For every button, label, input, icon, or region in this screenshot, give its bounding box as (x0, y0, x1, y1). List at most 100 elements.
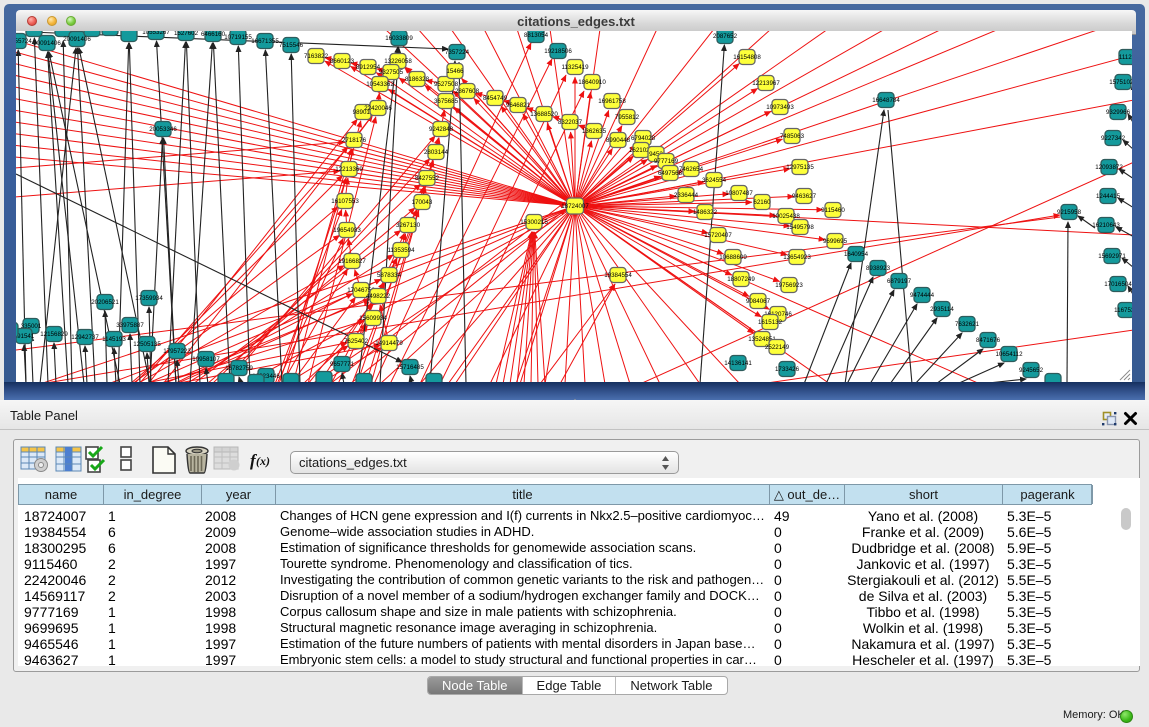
svg-text:9329966: 9329966 (1106, 109, 1131, 116)
svg-text:7515546: 7515546 (279, 42, 304, 49)
svg-text:14914479: 14914479 (375, 340, 403, 347)
svg-text:9245652: 9245652 (1019, 367, 1044, 374)
svg-text:3624554: 3624554 (702, 177, 727, 184)
svg-text:18807249: 18807249 (727, 276, 755, 283)
svg-text:10688609: 10688609 (719, 254, 747, 261)
svg-text:9657771: 9657771 (330, 361, 355, 368)
svg-text:9777169: 9777169 (654, 158, 679, 165)
svg-text:8938923: 8938923 (866, 265, 891, 272)
svg-text:12505135: 12505135 (133, 341, 161, 348)
svg-text:20091406: 20091406 (33, 40, 61, 47)
svg-text:15692971: 15692971 (1098, 253, 1126, 260)
svg-text:12156829: 12156829 (40, 331, 68, 338)
svg-text:10543362: 10543362 (366, 81, 394, 88)
svg-text:19654933: 19654933 (333, 227, 361, 234)
svg-text:15300215: 15300215 (520, 219, 548, 226)
svg-text:20206521: 20206521 (91, 299, 119, 306)
svg-text:1145193: 1145193 (102, 336, 126, 343)
svg-text:20053346: 20053346 (149, 126, 177, 133)
svg-text:9115460: 9115460 (821, 207, 845, 214)
svg-text:62160: 62160 (753, 199, 771, 206)
svg-text:10553267: 10553267 (142, 31, 170, 36)
svg-text:9227342: 9227342 (1101, 135, 1126, 142)
svg-text:1167534: 1167534 (1114, 307, 1132, 314)
svg-text:5878334: 5878334 (377, 272, 402, 279)
svg-text:9084067: 9084067 (746, 298, 771, 305)
svg-text:9474444: 9474444 (910, 292, 935, 299)
svg-text:19756923: 19756923 (775, 282, 803, 289)
svg-text:13654923: 13654923 (783, 254, 811, 261)
svg-text:16107553: 16107553 (331, 198, 359, 205)
svg-text:7357224: 7357224 (445, 49, 470, 56)
svg-text:16961758: 16961758 (598, 98, 626, 105)
svg-text:1527602: 1527602 (174, 31, 199, 37)
svg-text:9527508: 9527508 (434, 81, 459, 88)
svg-text:6879197: 6879197 (887, 278, 912, 285)
svg-text:8471676: 8471676 (976, 337, 1001, 344)
svg-text:1486322: 1486322 (693, 209, 718, 216)
svg-text:16210643: 16210643 (1092, 222, 1120, 229)
svg-text:9463627: 9463627 (792, 193, 817, 200)
svg-text:14055724: 14055724 (16, 38, 32, 45)
svg-text:3267130: 3267130 (396, 222, 421, 229)
svg-text:9215958: 9215958 (1057, 209, 1082, 216)
svg-text:19218506: 19218506 (544, 48, 572, 55)
svg-text:19166827: 19166827 (338, 258, 366, 265)
svg-text:2087652: 2087652 (713, 33, 738, 40)
svg-text:2867608: 2867608 (455, 88, 480, 95)
svg-text:15495798: 15495798 (786, 224, 814, 231)
svg-text:10807487: 10807487 (725, 190, 753, 197)
svg-text:15609934: 15609934 (359, 315, 387, 322)
svg-text:12093872: 12093872 (1095, 164, 1123, 171)
svg-text:13688520: 13688520 (530, 111, 558, 118)
svg-text:8427552: 8427552 (415, 175, 440, 182)
svg-text:17016504: 17016504 (1104, 281, 1132, 288)
svg-text:19384554: 19384554 (604, 272, 632, 279)
svg-text:12942737: 12942737 (71, 334, 99, 341)
svg-text:12213369: 12213369 (335, 166, 363, 173)
svg-text:33975887: 33975887 (116, 322, 144, 329)
svg-text:8912954: 8912954 (356, 64, 381, 71)
svg-text:6794028: 6794028 (631, 135, 656, 142)
svg-text:2803144: 2803144 (424, 149, 449, 156)
svg-text:7632621: 7632621 (955, 321, 980, 328)
svg-text:11123: 11123 (1119, 54, 1132, 61)
svg-text:1362635: 1362635 (582, 128, 607, 135)
svg-text:7163822: 7163822 (304, 53, 329, 60)
svg-text:12213967: 12213967 (752, 80, 780, 87)
svg-text:391541: 391541 (16, 333, 35, 340)
svg-text:10958107: 10958107 (192, 356, 220, 363)
svg-text:14136141: 14136141 (724, 360, 752, 367)
svg-text:2522149: 2522149 (765, 344, 790, 351)
svg-text:8322037: 8322037 (558, 119, 583, 126)
svg-text:6466160: 6466160 (201, 31, 226, 38)
svg-text:16782759: 16782759 (225, 365, 253, 372)
svg-text:1615132: 1615132 (758, 319, 783, 326)
svg-text:10973493: 10973493 (766, 104, 794, 111)
svg-text:2336444: 2336444 (674, 192, 699, 199)
svg-text:15716485: 15716485 (396, 364, 424, 371)
svg-text:4498222: 4498222 (366, 293, 391, 300)
svg-text:16033809: 16033809 (385, 35, 413, 42)
svg-text:11353594: 11353594 (387, 247, 415, 254)
svg-text:9242848: 9242848 (429, 126, 454, 133)
svg-text:8660123: 8660123 (330, 58, 355, 65)
svg-text:15751024: 15751024 (1109, 79, 1132, 86)
svg-text:22420046: 22420046 (364, 105, 392, 112)
svg-text:17957223: 17957223 (163, 348, 191, 355)
svg-text:18724007: 18724007 (561, 203, 589, 210)
svg-text:1733426: 1733426 (775, 366, 800, 373)
svg-text:18640910: 18640910 (578, 79, 606, 86)
svg-text:7625402: 7625402 (344, 338, 369, 345)
svg-text:7462654: 7462654 (679, 166, 704, 173)
svg-text:10719155: 10719155 (224, 34, 252, 41)
svg-text:8990448: 8990448 (606, 137, 631, 144)
svg-text:7955812: 7955812 (615, 114, 640, 121)
svg-text:17359934: 17359934 (135, 295, 163, 302)
svg-text:9646821: 9646821 (506, 102, 531, 109)
svg-text:8186328: 8186328 (405, 76, 430, 83)
svg-text:(x): (x) (256, 454, 270, 468)
svg-text:16648784: 16648784 (872, 97, 900, 104)
svg-text:2718176: 2718176 (342, 137, 367, 144)
svg-text:12975135: 12975135 (786, 164, 814, 171)
